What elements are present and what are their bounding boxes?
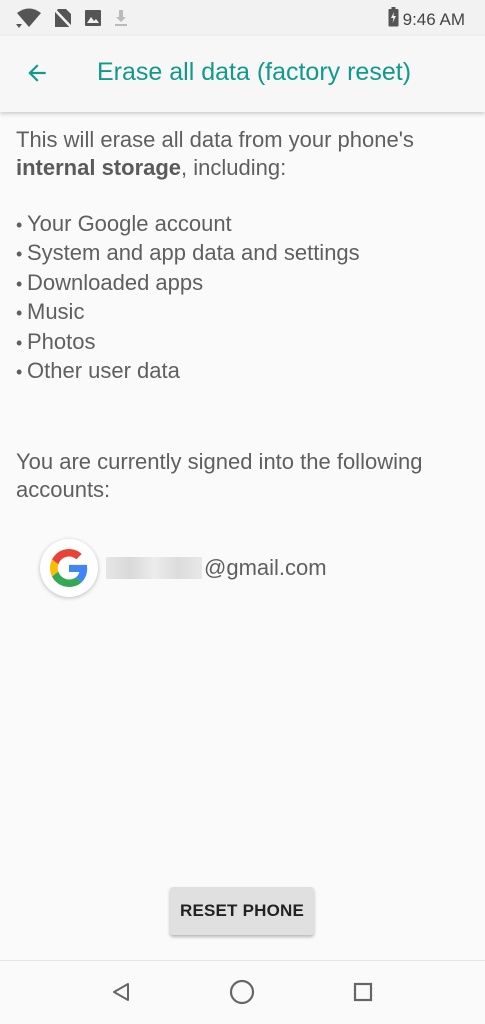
status-icons-left xyxy=(16,8,128,33)
redacted-username xyxy=(106,557,202,579)
list-item: • Downloaded apps xyxy=(16,269,204,295)
accounts-text: You are currently signed into the follow… xyxy=(16,449,423,503)
intro-text: This will erase all data from your phone… xyxy=(16,126,471,182)
account-row: @gmail.com xyxy=(40,538,327,598)
nav-back-button[interactable] xyxy=(104,977,138,1011)
reset-phone-button[interactable]: RESET PHONE xyxy=(170,887,314,935)
app-bar: Erase all data (factory reset) xyxy=(0,36,485,112)
list-item: • Other user data xyxy=(16,358,180,384)
status-bar: 9:46 AM xyxy=(0,0,485,36)
intro-bold: internal storage xyxy=(16,155,182,180)
status-icons-right: 9:46 AM xyxy=(388,7,465,32)
email-suffix: @gmail.com xyxy=(204,555,327,580)
home-circle-icon xyxy=(228,978,256,1011)
arrow-back-icon xyxy=(24,60,50,91)
list-item: • Photos xyxy=(16,328,96,354)
back-triangle-icon xyxy=(110,981,132,1008)
back-button[interactable] xyxy=(16,54,58,96)
erase-list: • Your Google account • System and app dat… xyxy=(16,210,471,386)
intro-main: This will erase all data from your phone… xyxy=(16,127,414,152)
battery-icon xyxy=(388,7,399,32)
list-item: • Music xyxy=(16,299,85,325)
nav-home-button[interactable] xyxy=(225,977,259,1011)
google-logo-icon xyxy=(40,539,98,597)
status-time: 9:46 AM xyxy=(402,9,465,29)
content: This will erase all data from your phone… xyxy=(16,126,471,504)
no-sim-icon xyxy=(53,8,73,33)
intro-suffix: , including: xyxy=(181,155,287,180)
page-title: Erase all data (factory reset) xyxy=(97,58,412,86)
wifi-icon xyxy=(16,8,42,33)
list-item: • Your Google account xyxy=(16,211,232,236)
screen: 9:46 AM Erase all data (factory reset) T… xyxy=(0,0,485,1024)
account-email: @gmail.com xyxy=(106,555,327,581)
recents-square-icon xyxy=(352,981,374,1008)
nav-recents-button[interactable] xyxy=(346,977,380,1011)
navigation-bar xyxy=(0,960,485,1024)
list-item: • System and app data and settings xyxy=(16,240,360,266)
image-icon xyxy=(84,9,102,32)
download-icon xyxy=(114,9,128,32)
